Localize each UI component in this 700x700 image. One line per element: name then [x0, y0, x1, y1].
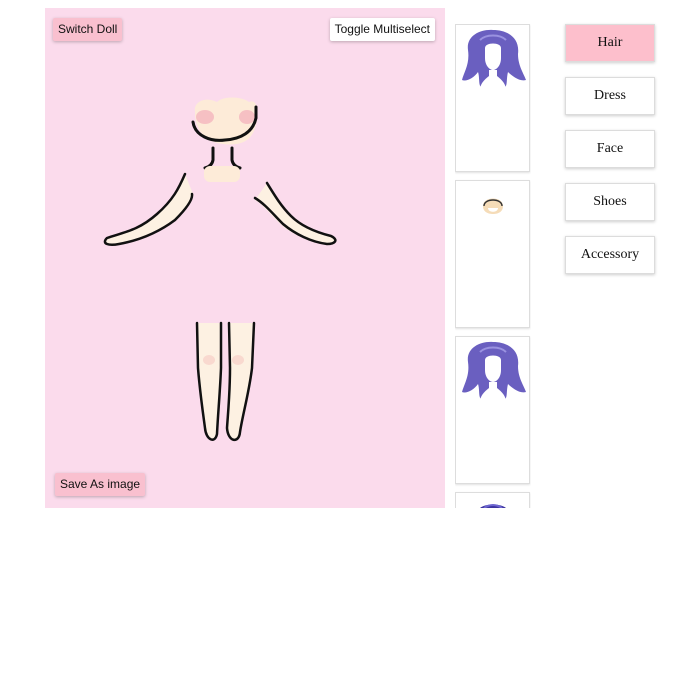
save-as-image-button[interactable]: Save As image [55, 473, 146, 496]
category-accessory-button[interactable]: Accessory [565, 236, 655, 274]
hair-short-icon [483, 198, 503, 214]
category-hair-button[interactable]: Hair [565, 24, 655, 62]
category-face-button[interactable]: Face [565, 130, 655, 168]
doll-canvas[interactable]: Switch Doll Toggle Multiselect Save As i… [45, 8, 445, 508]
category-shoes-button[interactable]: Shoes [565, 183, 655, 221]
switch-doll-button[interactable]: Switch Doll [53, 18, 123, 41]
hair-thumbnail-1[interactable] [455, 24, 530, 172]
hair-thumbnail-2[interactable] [455, 180, 530, 328]
hair-purple-long-icon [462, 29, 526, 90]
doll-figure [103, 97, 337, 441]
hair-purple-icon [480, 504, 506, 508]
toggle-multiselect-button[interactable]: Toggle Multiselect [329, 18, 435, 41]
category-dress-button[interactable]: Dress [565, 77, 655, 115]
hair-thumbnail-3[interactable] [455, 336, 530, 484]
hair-thumbnail-4[interactable] [455, 492, 530, 508]
item-thumbnail-list[interactable] [455, 24, 531, 508]
hair-purple-long-icon [462, 341, 526, 402]
